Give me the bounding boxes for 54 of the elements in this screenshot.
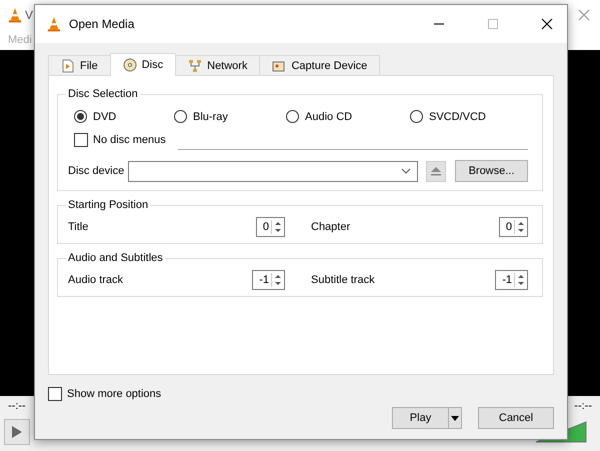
spin-box[interactable]: 0 xyxy=(256,217,285,237)
radio-button[interactable] xyxy=(286,110,299,123)
tab[interactable]: Disc xyxy=(110,53,176,76)
group-title: Audio and Subtitles xyxy=(67,252,164,264)
field-label: Disc device xyxy=(68,165,126,177)
cone-icon xyxy=(47,16,61,32)
checkbox[interactable] xyxy=(74,133,88,147)
group-title: Starting Position xyxy=(67,199,150,211)
spin-box[interactable]: -1 xyxy=(252,270,285,290)
window-title: V xyxy=(25,8,34,22)
chevron-icon xyxy=(401,168,411,174)
tab[interactable]: Network xyxy=(175,55,260,75)
spinner-arrows-icon xyxy=(271,273,282,287)
disc-icon xyxy=(122,58,137,72)
field-label: Title xyxy=(68,221,88,233)
eject-icon xyxy=(430,166,442,176)
play-icon xyxy=(11,424,23,438)
cone-icon xyxy=(8,7,22,23)
radio-button[interactable] xyxy=(410,110,423,123)
field-label: Subtitle track xyxy=(311,274,375,286)
elapsed-time: --:-- xyxy=(8,400,26,412)
spinner-arrows-icon xyxy=(514,273,525,287)
close-icon[interactable] xyxy=(541,18,553,30)
browse-button[interactable]: Browse... xyxy=(455,160,528,182)
play-button[interactable] xyxy=(4,418,30,444)
remaining-time: --:-- xyxy=(574,400,592,412)
camera-icon xyxy=(272,58,286,72)
spin-box[interactable]: 0 xyxy=(498,217,528,237)
radio-button[interactable] xyxy=(174,110,187,123)
radio-button[interactable] xyxy=(74,110,87,123)
tab[interactable]: File xyxy=(48,55,111,75)
checkbox-label: No disc menus xyxy=(93,134,166,146)
group-title: Disc Selection xyxy=(67,88,139,100)
checkbox-label: Show more options xyxy=(67,388,162,400)
spinner-arrows-icon xyxy=(271,220,282,234)
radio-label: DVD xyxy=(93,110,116,122)
cancel-button[interactable]: Cancel xyxy=(478,407,554,429)
radio-label: Blu-ray xyxy=(193,110,228,122)
checkbox[interactable] xyxy=(48,387,62,401)
tab[interactable]: Capture Device xyxy=(259,55,380,75)
radio-label: SVCD/VCD xyxy=(429,110,486,122)
radio-label: Audio CD xyxy=(305,110,352,122)
spin-box[interactable]: -1 xyxy=(495,270,528,290)
file-icon xyxy=(61,58,75,72)
caret-icon xyxy=(451,416,459,420)
network-icon xyxy=(188,58,202,72)
play-button[interactable]: Play xyxy=(392,407,448,429)
eject-button[interactable] xyxy=(426,160,446,182)
field-label: Audio track xyxy=(68,274,124,286)
field-label: Chapter xyxy=(311,221,350,233)
dialog-title: Open Media xyxy=(69,17,134,31)
device-dropdown[interactable] xyxy=(128,160,418,182)
spinner-arrows-icon xyxy=(514,220,525,234)
dropdown-button[interactable] xyxy=(448,407,462,429)
